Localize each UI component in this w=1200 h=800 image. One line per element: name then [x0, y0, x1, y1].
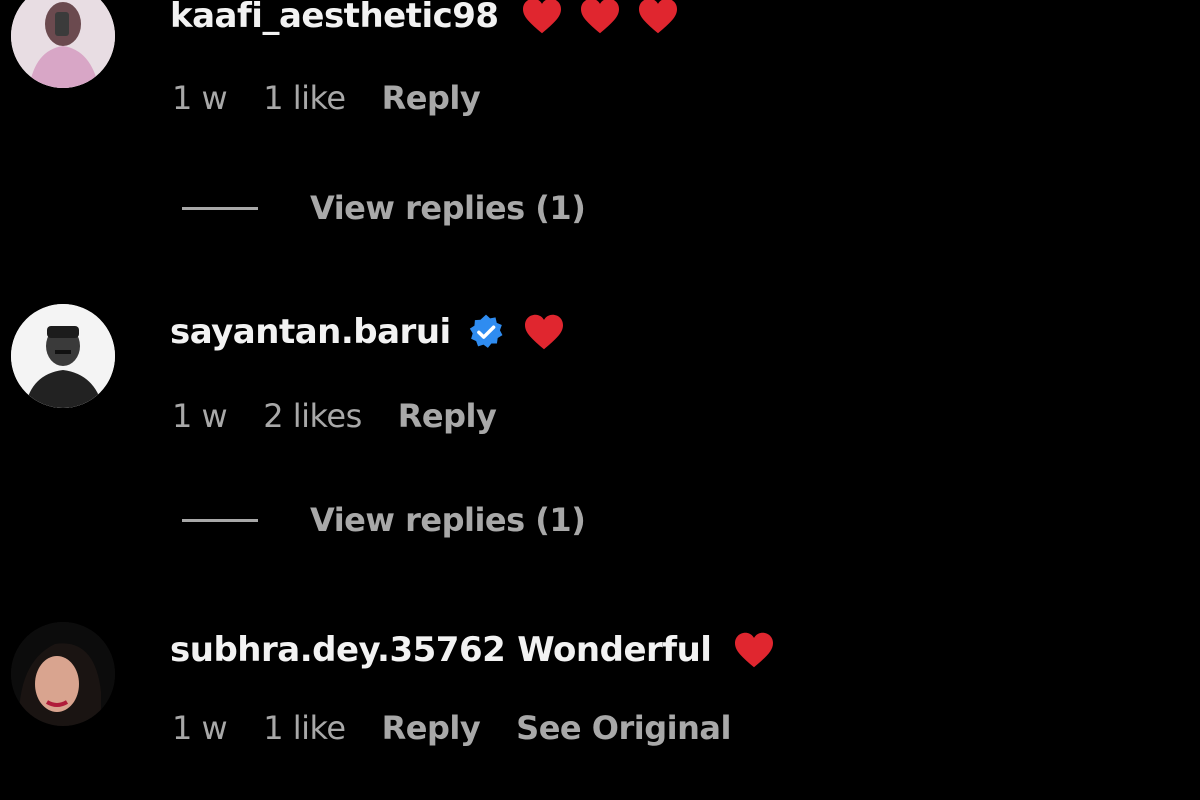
- comment-hearts: [523, 313, 565, 351]
- see-original-button[interactable]: See Original: [516, 709, 731, 747]
- comment-hearts: [733, 631, 775, 669]
- like-count[interactable]: 1 like: [263, 709, 346, 747]
- comment-time: 1 w: [172, 709, 228, 747]
- comment-item: subhra.dey.35762 Wonderful 1 w 1 like Re…: [0, 0, 1200, 747]
- username[interactable]: subhra.dey.35762: [170, 630, 506, 670]
- divider: [182, 206, 258, 210]
- reply-button[interactable]: Reply: [398, 397, 497, 435]
- user-avatar[interactable]: [11, 304, 115, 408]
- comment-meta: 1 w 1 like Reply See Original: [172, 706, 767, 750]
- user-avatar[interactable]: [11, 622, 115, 726]
- reply-button[interactable]: Reply: [382, 709, 481, 747]
- heart-emoji-icon: [524, 314, 563, 350]
- comment-text: Wonderful: [517, 630, 712, 670]
- verified-badge-icon: [469, 314, 503, 348]
- like-count[interactable]: 2 likes: [263, 397, 362, 435]
- view-replies-button[interactable]: View replies (1): [182, 498, 586, 542]
- comment-meta: 1 w 2 likes Reply: [172, 394, 532, 438]
- username[interactable]: sayantan.barui: [170, 312, 451, 352]
- comment-header: subhra.dey.35762 Wonderful: [170, 622, 775, 678]
- view-replies-label: View replies (1): [310, 501, 586, 539]
- divider: [182, 518, 258, 522]
- comment-time: 1 w: [172, 397, 228, 435]
- comment-header: sayantan.barui: [170, 304, 565, 360]
- heart-emoji-icon: [735, 632, 774, 668]
